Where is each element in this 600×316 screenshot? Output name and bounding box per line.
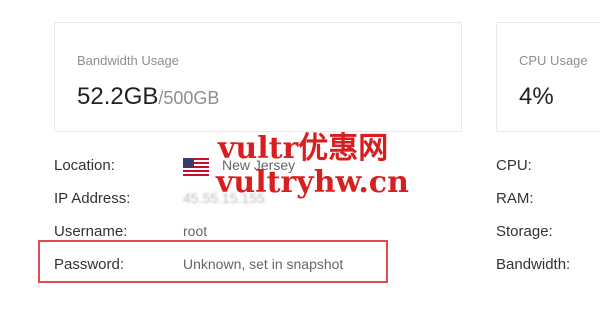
storage-label: Storage: (496, 223, 553, 240)
location-label: Location: (54, 157, 115, 174)
bandwidth-total: /500GB (158, 88, 220, 108)
watermark-line-1: vultr优惠网 (218, 131, 389, 166)
cpu-usage-card: CPU Usage 4% (496, 22, 600, 132)
bandwidth-usage-value: 52.2GB/500GB (77, 83, 219, 111)
cpu-usage-value: 4% (519, 83, 554, 110)
bandwidth-usage-title: Bandwidth Usage (77, 53, 179, 68)
ip-address-label: IP Address: (54, 190, 131, 207)
watermark-line-2: vultryhw.cn (216, 165, 409, 200)
username-label: Username: (54, 223, 128, 240)
username-value: root (183, 223, 208, 239)
bandwidth-usage-card: Bandwidth Usage 52.2GB/500GB (54, 22, 462, 132)
bandwidth-used: 52.2GB (77, 83, 159, 110)
password-highlight-box (38, 240, 388, 283)
ram-label: RAM: (496, 190, 534, 207)
cpu-label: CPU: (496, 157, 532, 174)
cpu-usage-title: CPU Usage (519, 53, 588, 68)
us-flag-icon (183, 158, 209, 176)
bandwidth-label: Bandwidth: (496, 256, 571, 273)
